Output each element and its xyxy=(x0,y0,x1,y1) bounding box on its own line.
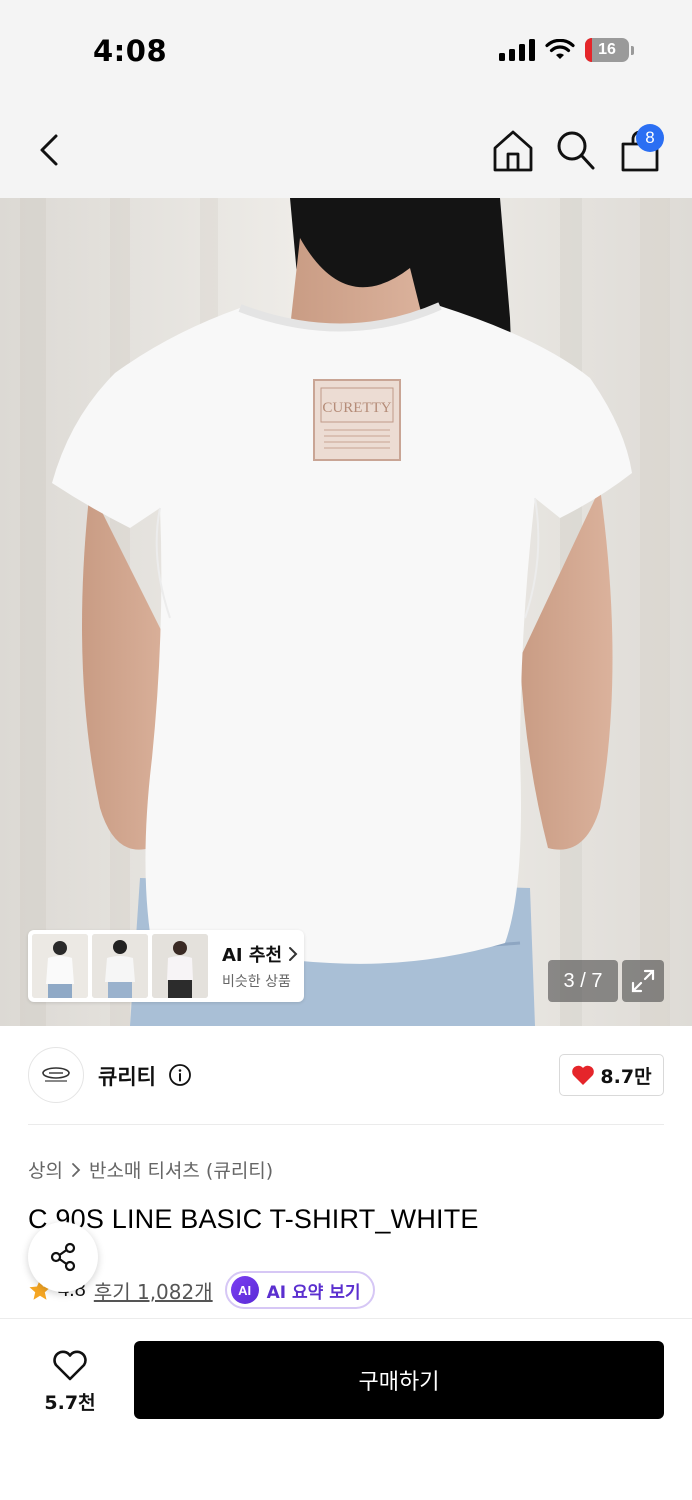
cellular-signal-icon xyxy=(499,39,535,61)
ai-recommend-title: AI 추천 xyxy=(222,941,298,967)
expand-icon xyxy=(631,969,655,993)
status-bar: 4:08 16 xyxy=(0,0,692,100)
chevron-right-icon xyxy=(72,1162,81,1177)
ai-thumb-2 xyxy=(92,934,148,998)
expand-image-button[interactable] xyxy=(622,960,664,1002)
brand-like-button[interactable]: 8.7만 xyxy=(559,1054,664,1096)
ai-recommend-card[interactable]: AI 추천 비슷한 상품 xyxy=(28,930,304,1002)
brand-name[interactable]: 큐리티 xyxy=(98,1061,156,1091)
status-icons: 16 xyxy=(499,38,634,62)
nav-bar xyxy=(0,100,692,198)
share-icon xyxy=(50,1242,76,1272)
product-image[interactable]: CURETTY xyxy=(0,198,692,1026)
search-icon[interactable] xyxy=(555,128,597,172)
ai-thumb-1 xyxy=(32,934,88,998)
chevron-right-icon xyxy=(289,947,298,961)
product-title: C 90S LINE BASIC T-SHIRT_WHITE xyxy=(28,1204,479,1234)
status-time: 4:08 xyxy=(93,34,168,68)
breadcrumb-category[interactable]: 상의 xyxy=(28,1156,63,1183)
divider xyxy=(28,1124,664,1125)
share-button[interactable] xyxy=(28,1222,98,1292)
wifi-icon xyxy=(545,39,575,59)
ai-thumb-3 xyxy=(152,934,208,998)
home-icon[interactable] xyxy=(490,128,536,174)
buy-button[interactable]: 구매하기 xyxy=(134,1341,664,1419)
brand-like-count: 8.7만 xyxy=(600,1065,652,1088)
battery-icon: 16 xyxy=(585,38,629,62)
breadcrumb: 상의 반소매 티셔츠 (큐리티) xyxy=(28,1156,273,1183)
info-icon[interactable] xyxy=(168,1063,192,1087)
back-icon[interactable] xyxy=(30,128,70,172)
wishlist-count: 5.7천 xyxy=(44,1391,96,1414)
breadcrumb-subcategory[interactable]: 반소매 티셔츠 (큐리티) xyxy=(89,1156,273,1183)
heart-outline-icon xyxy=(53,1350,87,1380)
battery-level: 16 xyxy=(598,41,616,58)
ai-badge: AI xyxy=(230,1276,259,1304)
ai-recommend-subtitle: 비슷한 상품 xyxy=(222,974,291,990)
svg-text:CURETTY: CURETTY xyxy=(322,400,391,416)
cart-badge: 8 xyxy=(636,124,664,152)
ai-summary-button[interactable]: AI AI 요약 보기 xyxy=(224,1271,375,1309)
wishlist-button[interactable]: 5.7천 xyxy=(28,1344,112,1420)
ai-summary-label: AI 요약 보기 xyxy=(266,1282,361,1303)
brand-logo-mark xyxy=(42,1067,70,1082)
product-photo: CURETTY xyxy=(0,198,692,1026)
review-link[interactable]: 후기 1,082개 xyxy=(94,1276,213,1305)
ai-recommend-text: AI 추천 비슷한 상품 xyxy=(222,941,298,991)
brand-logo[interactable] xyxy=(28,1047,84,1103)
image-page-counter: 3 / 7 xyxy=(548,960,618,1002)
heart-filled-icon xyxy=(572,1065,595,1085)
